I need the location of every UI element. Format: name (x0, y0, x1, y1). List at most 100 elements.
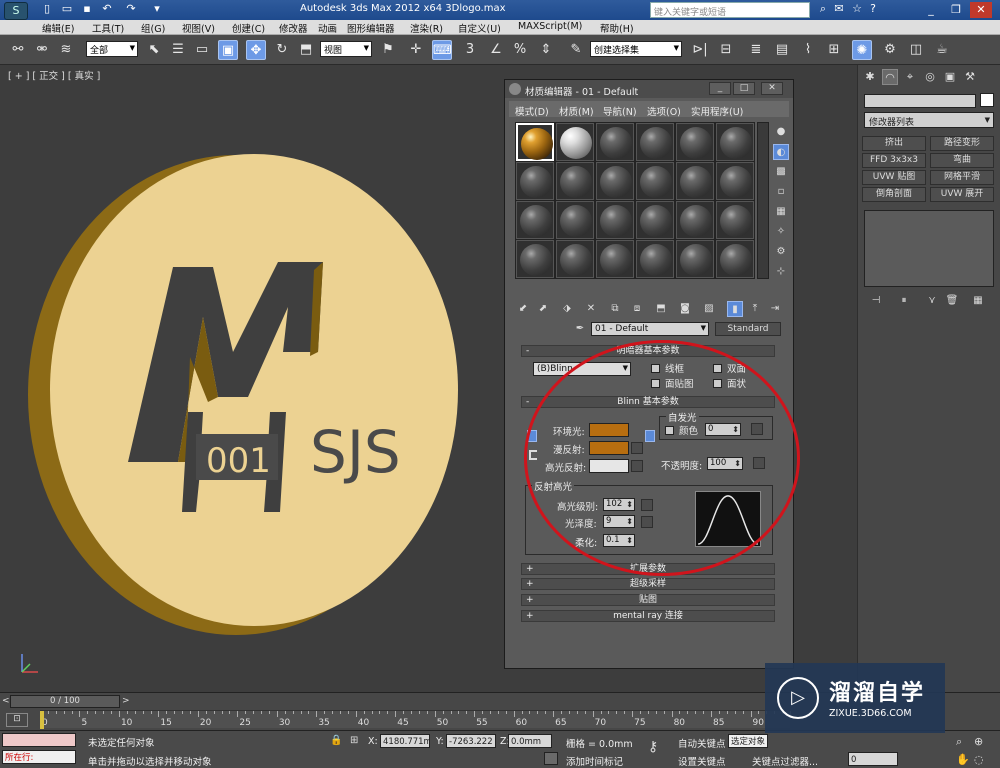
render-production-icon[interactable]: ☕ (932, 40, 952, 60)
unlink-icon[interactable]: ⚮ (32, 40, 52, 60)
utilities-tab-icon[interactable]: ⚒ (962, 69, 978, 85)
search-input[interactable]: 键入关键字或短语 (650, 2, 810, 18)
bend-button[interactable]: 弯曲 (930, 153, 994, 168)
bevel-profile-button[interactable]: 倒角剖面 (862, 187, 926, 202)
pivot-center-icon[interactable]: ⚑ (378, 40, 398, 60)
material-sample-slot[interactable] (516, 123, 554, 161)
material-sample-slot[interactable] (556, 123, 594, 161)
material-sample-slot[interactable] (716, 240, 754, 278)
go-to-parent-icon[interactable]: ⤒ (747, 301, 763, 317)
modify-tab-icon[interactable]: ◠ (882, 69, 898, 85)
select-by-material-icon[interactable]: ⊹ (773, 264, 789, 280)
assign-material-icon[interactable]: ⬗ (559, 301, 575, 317)
make-preview-icon[interactable]: ✧ (773, 224, 789, 240)
viewport-label[interactable]: [ + ] [ 正交 ] [ 真实 ] (8, 68, 100, 82)
motion-tab-icon[interactable]: ◎ (922, 69, 938, 85)
menu-tools[interactable]: 工具(T) (92, 21, 124, 35)
rect-selection-icon[interactable]: ▭ (192, 40, 212, 60)
transform-mode-icon[interactable]: ⊞ (350, 735, 358, 746)
menu-customize[interactable]: 自定义(U) (458, 21, 501, 35)
minimize-button[interactable]: _ (920, 2, 942, 18)
object-name-field[interactable] (864, 94, 976, 108)
display-tab-icon[interactable]: ▣ (942, 69, 958, 85)
zoom-icon[interactable]: ⌕ (956, 735, 962, 749)
mat-menu-mode[interactable]: 模式(D) (515, 104, 549, 118)
show-end-result-icon[interactable]: ⏸ (896, 294, 912, 308)
material-sample-slot[interactable] (716, 201, 754, 239)
next-frame-icon[interactable]: > (122, 696, 130, 706)
supersampling-rollout[interactable]: + 超级采样 (521, 578, 775, 590)
schematic-view-icon[interactable]: ⊞ (824, 40, 844, 60)
reference-coord-dropdown[interactable]: 视图 (320, 41, 372, 57)
selection-filter-dropdown[interactable]: 全部 (86, 41, 138, 57)
extrude-button[interactable]: 挤出 (862, 136, 926, 151)
timeline-ruler[interactable]: 0 5 10 15 20 25 30 35 40 45 50 55 60 65 70 75 80 85 90 (40, 710, 791, 729)
material-sample-slot[interactable] (556, 240, 594, 278)
uv-tiling-icon[interactable]: ▫ (773, 184, 789, 200)
get-material-icon[interactable]: ⬋ (515, 301, 531, 317)
edit-named-selection-icon[interactable]: ✎ (566, 40, 586, 60)
material-sample-slot[interactable] (516, 240, 554, 278)
put-to-library-icon[interactable]: ⬒ (653, 301, 669, 317)
material-sample-slot[interactable] (676, 162, 714, 200)
unwrap-uvw-button[interactable]: UVW 展开 (930, 187, 994, 202)
material-sample-slot[interactable] (596, 123, 634, 161)
material-sample-slot[interactable] (516, 201, 554, 239)
maxscript-listener-top[interactable] (2, 733, 76, 747)
material-sample-slot[interactable] (596, 240, 634, 278)
mat-menu-options[interactable]: 选项(O) (647, 104, 681, 118)
key-filters-button[interactable]: 关键点过滤器... (752, 754, 818, 768)
material-sample-slot[interactable] (556, 162, 594, 200)
material-sample-slot[interactable] (636, 240, 674, 278)
pick-material-eyedropper-icon[interactable]: ✒ (573, 323, 587, 337)
logo-coin[interactable]: 001 SJS (18, 142, 498, 642)
mat-options-icon[interactable]: ⚙ (773, 244, 789, 260)
binoculars-icon[interactable]: ⌕ (816, 2, 830, 16)
snaps-toggle-icon[interactable]: 3 (460, 40, 480, 60)
path-deform-button[interactable]: 路径变形 (930, 136, 994, 151)
angle-snap-icon[interactable]: ∠ (486, 40, 506, 60)
ffd-button[interactable]: FFD 3x3x3 (862, 153, 926, 168)
menu-help[interactable]: 帮助(H) (600, 21, 634, 35)
menu-group[interactable]: 组(G) (141, 21, 165, 35)
sample-type-icon[interactable]: ● (773, 124, 789, 140)
menu-create[interactable]: 创建(C) (232, 21, 265, 35)
auto-key-button[interactable]: 自动关键点 (678, 736, 726, 750)
menu-maxscript[interactable]: MAXScript(M) (518, 21, 582, 32)
meshsmooth-button[interactable]: 网格平滑 (930, 170, 994, 185)
menu-modifiers[interactable]: 修改器 (279, 21, 308, 35)
x-coordinate-field[interactable]: 4180.771m (380, 734, 430, 748)
window-crossing-icon[interactable]: ▣ (218, 40, 238, 60)
mat-close-button[interactable]: ✕ (761, 82, 783, 95)
add-time-tag[interactable]: 添加时间标记 (566, 754, 623, 768)
spinner-snap-icon[interactable]: ⇕ (536, 40, 556, 60)
redo-icon[interactable]: ↷ (124, 2, 138, 16)
reset-material-icon[interactable]: ✕ (583, 301, 599, 317)
material-sample-slot[interactable] (596, 201, 634, 239)
z-coordinate-field[interactable]: 0.0mm (508, 734, 552, 748)
configure-sets-icon[interactable]: ▦ (970, 294, 986, 308)
keyboard-shortcut-icon[interactable]: ⌨ (432, 40, 452, 60)
select-move-icon[interactable]: ✥ (246, 40, 266, 60)
mat-menu-utilities[interactable]: 实用程序(U) (691, 104, 743, 118)
create-tab-icon[interactable]: ✱ (862, 69, 878, 85)
material-sample-slot[interactable] (596, 162, 634, 200)
mat-minimize-button[interactable]: _ (709, 82, 731, 95)
align-icon[interactable]: ⊟ (716, 40, 736, 60)
maxscript-listener[interactable]: 所在行: (2, 750, 76, 764)
make-unique-mat-icon[interactable]: ⧈ (629, 301, 645, 317)
background-icon[interactable]: ▩ (773, 164, 789, 180)
time-cursor[interactable] (40, 711, 44, 729)
select-manipulate-icon[interactable]: ✛ (406, 40, 426, 60)
graphite-tools-icon[interactable]: ▤ (772, 40, 792, 60)
orbit-icon[interactable]: ◌ (974, 753, 984, 766)
mental-ray-rollout[interactable]: + mental ray 连接 (521, 610, 775, 622)
material-sample-slot[interactable] (676, 123, 714, 161)
select-by-name-icon[interactable]: ☰ (168, 40, 188, 60)
menu-edit[interactable]: 编辑(E) (42, 21, 74, 35)
app-logo-icon[interactable]: S (4, 2, 28, 20)
layer-manager-icon[interactable]: ≣ (746, 40, 766, 60)
star-icon[interactable]: ☆ (850, 2, 864, 16)
mat-menu-navigation[interactable]: 导航(N) (603, 104, 637, 118)
select-object-icon[interactable]: ⬉ (144, 40, 164, 60)
